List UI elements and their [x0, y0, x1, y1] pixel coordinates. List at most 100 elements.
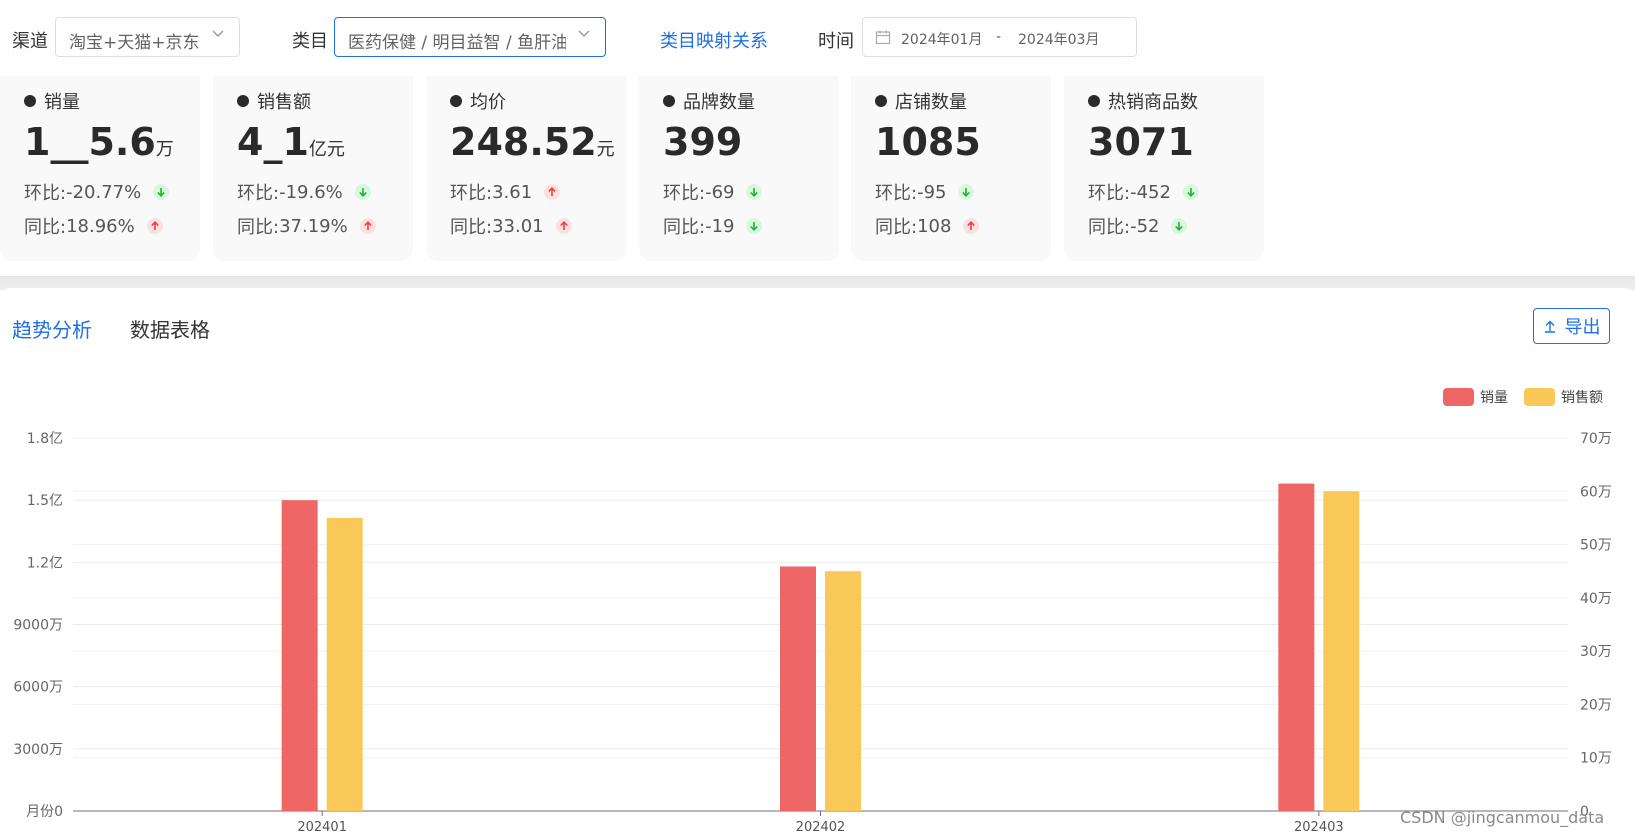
kpi-title-text: 均价: [470, 92, 506, 113]
y-left-tick-label: 6000万: [13, 680, 63, 696]
y-right-tick-label: 20万: [1580, 697, 1612, 713]
y-left-tick-label: 1.8亿: [27, 431, 63, 447]
kpi-mom-row: 环比: -20.77%: [24, 179, 170, 205]
legend-label: 销售额: [1561, 390, 1603, 406]
mom-value: 3.61: [492, 181, 533, 203]
tab-data-table[interactable]: 数据表格: [130, 314, 210, 343]
bar-202403-销量: [1278, 483, 1315, 811]
x-tick-label: 202402: [796, 820, 846, 835]
kpi-title: 热销商品数: [1088, 88, 1198, 114]
y-right-tick-label: 50万: [1580, 538, 1612, 554]
chevron-down-icon: [578, 30, 590, 37]
y-right-tick-label: 60万: [1580, 484, 1612, 500]
upload-icon: [1544, 320, 1555, 333]
yoy-label: 同比:: [663, 217, 706, 238]
category-label: 类目: [292, 31, 328, 52]
kpi-card-sales-amount: 销售额 4_1亿元 环比: -19.6% 同比: 37.19%: [213, 76, 413, 261]
kpi-value: 1085: [875, 120, 981, 164]
x-tick-label: 202403: [1294, 820, 1344, 835]
category-mapping-link[interactable]: 类目映射关系: [660, 27, 768, 53]
kpi-value-unit: 元: [596, 139, 615, 160]
arrow-up-icon: [544, 184, 561, 200]
bullet-dot-icon: [237, 95, 249, 107]
yoy-value: 33.01: [492, 215, 544, 237]
kpi-mom-row: 环比: -95: [875, 179, 975, 205]
bullet-dot-icon: [663, 95, 675, 107]
bullet-dot-icon: [450, 95, 462, 107]
kpi-title-text: 销量: [44, 92, 80, 113]
kpi-title: 店铺数量: [875, 88, 967, 114]
calendar-icon: [875, 30, 891, 45]
kpi-title-text: 热销商品数: [1108, 92, 1198, 113]
kpi-title: 销量: [24, 88, 80, 114]
kpi-value-number: 3071: [1088, 120, 1194, 164]
arrow-down-icon: [746, 184, 763, 200]
date-end[interactable]: 2024年03月: [1018, 29, 1099, 49]
bar-202402-销售额: [825, 571, 861, 811]
bullet-dot-icon: [1088, 95, 1100, 107]
category-select-value: 医药保健 / 明目益智 / 鱼肝油: [348, 33, 566, 53]
legend-swatch: [1524, 388, 1555, 406]
yoy-label: 同比:: [24, 217, 67, 238]
category-select[interactable]: 医药保健 / 明目益智 / 鱼肝油: [334, 17, 606, 57]
kpi-value-number: 4_1: [237, 120, 309, 164]
bar-202403-销售额: [1323, 491, 1360, 811]
y-right-tick-label: 10万: [1580, 751, 1612, 767]
bullet-dot-icon: [24, 95, 36, 107]
bar-202402-销量: [780, 566, 816, 811]
channel-label: 渠道: [12, 31, 48, 52]
y-right-tick-label: 40万: [1580, 591, 1612, 607]
yoy-label: 同比:: [1088, 217, 1131, 238]
legend-label: 销量: [1480, 390, 1508, 406]
kpi-title-text: 品牌数量: [683, 92, 755, 113]
y-right-tick-label: 70万: [1580, 431, 1612, 447]
arrow-up-icon: [555, 218, 572, 234]
mom-value: -20.77%: [66, 181, 142, 203]
yoy-label: 同比:: [450, 217, 493, 238]
kpi-area: 销量 1__5.6万 环比: -20.77% 同比: 18.96% 销售额 4_1亿元 环比: -…: [0, 76, 1635, 276]
mom-label: 环比:: [1088, 183, 1131, 204]
mom-label: 环比:: [24, 183, 67, 204]
kpi-yoy-row: 同比: 18.96%: [24, 213, 163, 239]
watermark-text: CSDN @jingcanmou_data: [1400, 808, 1605, 827]
yoy-value: -19: [705, 215, 735, 237]
date-range-picker[interactable]: 2024年01月 - 2024年03月: [862, 17, 1137, 57]
mom-value: -95: [917, 181, 947, 203]
kpi-value: 399: [663, 120, 742, 164]
arrow-down-icon: [354, 184, 371, 200]
kpi-mom-row: 环比: -19.6%: [237, 179, 371, 205]
tab-trend-analysis[interactable]: 趋势分析: [12, 314, 92, 343]
kpi-yoy-row: 同比: 33.01: [450, 213, 572, 239]
kpi-value-number: 399: [663, 120, 743, 164]
arrow-up-icon: [963, 218, 980, 234]
kpi-card-avg-price: 均价 248.52元 环比: 3.61 同比: 33.01: [426, 76, 626, 261]
kpi-mom-row: 环比: -69: [663, 179, 763, 205]
arrow-down-icon: [1182, 184, 1199, 200]
export-button[interactable]: 导出: [1533, 308, 1610, 344]
y-left-tick-label: 3000万: [13, 742, 63, 758]
kpi-yoy-row: 同比: 108: [875, 213, 980, 239]
yoy-value: 37.19%: [279, 215, 348, 237]
kpi-value-number: 248.52: [450, 120, 597, 164]
kpi-value-number: 1085: [875, 120, 981, 164]
kpi-card-store-count: 店铺数量 1085 环比: -95 同比: 108: [851, 76, 1051, 261]
x-tick-label: 202401: [297, 820, 347, 835]
arrow-up-icon: [146, 218, 163, 234]
chevron-down-icon: [212, 30, 224, 37]
y-left-tick-label: 9000万: [13, 618, 63, 634]
arrow-down-icon: [958, 184, 975, 200]
mom-label: 环比:: [663, 183, 706, 204]
arrow-down-icon: [153, 184, 170, 200]
y-left-tick-label: 1.5亿: [27, 493, 63, 509]
kpi-value: 4_1亿元: [237, 120, 345, 164]
arrow-down-icon: [746, 218, 763, 234]
kpi-yoy-row: 同比: -52: [1088, 213, 1188, 239]
date-start[interactable]: 2024年01月: [901, 29, 982, 49]
yoy-value: -52: [1130, 215, 1160, 237]
kpi-card-brand-count: 品牌数量 399 环比: -69 同比: -19: [639, 76, 839, 261]
channel-select-value: 淘宝+天猫+京东: [69, 33, 200, 53]
time-label: 时间: [818, 31, 854, 52]
y-right-tick-label: 30万: [1580, 644, 1612, 660]
channel-select[interactable]: 淘宝+天猫+京东: [55, 17, 240, 57]
y-left-tick-label: 月份0: [26, 804, 63, 820]
